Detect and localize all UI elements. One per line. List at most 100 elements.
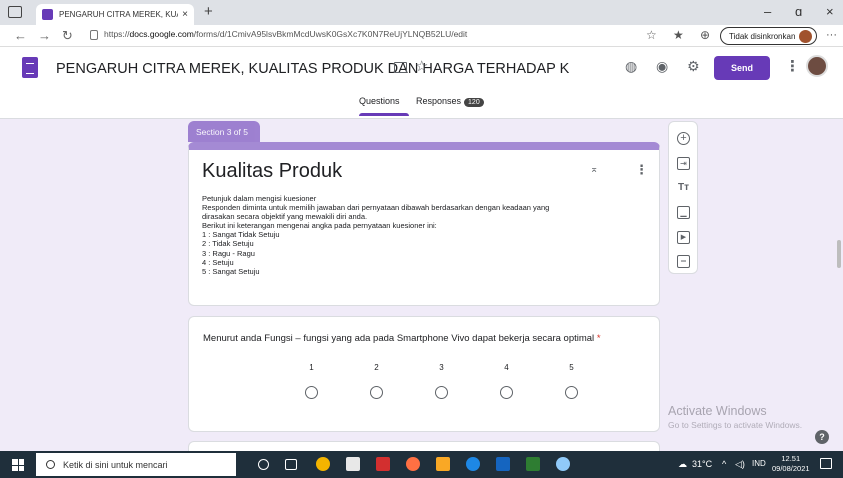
- description-line: Petunjuk dalam mengisi kuesioner: [202, 194, 317, 203]
- move-to-folder-icon[interactable]: [394, 62, 407, 73]
- back-icon[interactable]: ←: [14, 28, 27, 43]
- form-title[interactable]: PENGARUH CITRA MEREK, KUALITAS PRODUK DA…: [56, 61, 569, 77]
- app-icon[interactable]: [556, 457, 570, 471]
- description-line: 3 : Ragu - Ragu: [202, 248, 255, 258]
- page-scrollbar[interactable]: [837, 240, 841, 268]
- send-button[interactable]: Send: [714, 56, 770, 80]
- weather-cloud-icon[interactable]: ☁: [678, 459, 687, 470]
- store-icon[interactable]: [346, 457, 360, 471]
- radio-button[interactable]: [435, 386, 448, 399]
- scale-number: 2: [374, 363, 379, 372]
- minimize-button[interactable]: –: [764, 4, 771, 19]
- palette-icon[interactable]: ◍: [625, 58, 637, 75]
- description-line: Berikut ini keterangan mengenai angka pa…: [202, 221, 437, 231]
- scale-option[interactable]: 5: [539, 363, 604, 399]
- question-label: Menurut anda Fungsi – fungsi yang ada pa…: [203, 333, 595, 344]
- scale-option[interactable]: 3: [409, 363, 474, 399]
- more-options-icon[interactable]: ⋮: [785, 57, 800, 75]
- activate-windows-title: Activate Windows: [668, 404, 767, 418]
- close-window-button[interactable]: ×: [826, 4, 834, 19]
- forms-logo-icon[interactable]: [22, 57, 38, 78]
- radio-button[interactable]: [305, 386, 318, 399]
- sync-label: Tidak disinkronkan: [729, 31, 796, 41]
- description-line: 2 : Tidak Setuju: [202, 239, 254, 249]
- active-tab-indicator: [359, 113, 409, 116]
- browser-menu-icon[interactable]: ···: [826, 29, 837, 41]
- restore-button[interactable]: ɑ: [795, 4, 802, 19]
- notifications-icon[interactable]: [820, 458, 832, 469]
- description-line: Responden diminta untuk memilih jawaban …: [202, 203, 550, 213]
- add-video-icon[interactable]: ▶: [677, 231, 690, 244]
- task-view-icon[interactable]: [285, 459, 297, 470]
- show-hidden-icons-icon[interactable]: ^: [722, 459, 726, 469]
- description-line: 4 : Setuju: [202, 257, 234, 267]
- section-title[interactable]: Kualitas Produk: [202, 160, 342, 183]
- add-section-icon[interactable]: ═: [677, 255, 690, 268]
- scale-number: 3: [439, 363, 444, 372]
- clock-time: 12.51: [781, 454, 801, 463]
- import-questions-icon[interactable]: ⇥: [677, 157, 690, 170]
- preview-eye-icon[interactable]: ◉: [656, 58, 668, 75]
- description-line: 5 : Sangat Setuju: [202, 266, 260, 276]
- add-image-icon[interactable]: ▁: [677, 206, 690, 219]
- section-description[interactable]: Petunjuk dalam mengisi kuesioner Respond…: [202, 194, 642, 276]
- responses-count-badge: 120: [464, 98, 484, 107]
- excel-icon[interactable]: [526, 457, 540, 471]
- required-asterisk: *: [596, 333, 601, 344]
- radio-button[interactable]: [565, 386, 578, 399]
- sync-status-button[interactable]: Tidak disinkronkan: [720, 27, 818, 45]
- settings-gear-icon[interactable]: ⚙: [687, 58, 700, 75]
- help-icon[interactable]: ?: [815, 430, 829, 444]
- add-question-icon[interactable]: +: [677, 132, 690, 145]
- scale-option[interactable]: 4: [474, 363, 539, 399]
- radio-button[interactable]: [370, 386, 383, 399]
- section-header-card[interactable]: Kualitas Produk ⌅ ⋮ Petunjuk dalam mengi…: [188, 142, 660, 306]
- new-tab-button[interactable]: +: [204, 3, 213, 20]
- scale-option[interactable]: 1: [279, 363, 344, 399]
- edge-icon[interactable]: [466, 457, 480, 471]
- description-line: dirasakan secara objektif yang mewakili …: [202, 212, 368, 222]
- scale-number: 4: [504, 363, 509, 372]
- search-placeholder: Ketik di sini untuk mencari: [63, 459, 168, 470]
- collections-icon[interactable]: ⊕: [700, 28, 710, 42]
- tab-responses-label: Responses: [416, 96, 462, 106]
- pdf-reader-icon[interactable]: [376, 457, 390, 471]
- volume-icon[interactable]: ◁): [735, 459, 745, 470]
- firefox-icon[interactable]: [406, 457, 420, 471]
- search-icon: [46, 460, 55, 469]
- linear-scale: 1 2 3 4 5: [279, 363, 604, 399]
- url-field[interactable]: https://docs.google.com/forms/d/1CmivA95…: [104, 29, 467, 39]
- browser-tab-bar: PENGARUH CITRA MEREK, KUAL × + – ɑ ×: [0, 0, 843, 25]
- tab-close-button[interactable]: ×: [182, 9, 188, 20]
- scale-option[interactable]: 2: [344, 363, 409, 399]
- forms-header: PENGARUH CITRA MEREK, KUALITAS PRODUK DA…: [0, 47, 843, 119]
- add-favorite-icon[interactable]: ☆: [646, 28, 657, 42]
- input-language[interactable]: IND: [752, 459, 766, 468]
- reload-icon[interactable]: ↻: [62, 28, 73, 44]
- tab-responses[interactable]: Responses 120: [416, 96, 484, 107]
- collapse-section-icon[interactable]: ⌅: [590, 164, 598, 175]
- windows-start-icon[interactable]: [12, 459, 24, 471]
- section-more-icon[interactable]: ⋮: [635, 162, 648, 178]
- add-title-icon[interactable]: Tт: [677, 181, 690, 194]
- favorites-icon[interactable]: ★: [673, 28, 684, 42]
- description-line: 1 : Sangat Tidak Setuju: [202, 230, 280, 240]
- cortana-icon[interactable]: [258, 459, 269, 470]
- chrome-icon[interactable]: [316, 457, 330, 471]
- browser-tab[interactable]: PENGARUH CITRA MEREK, KUAL ×: [36, 4, 194, 25]
- temperature[interactable]: 31°C: [692, 459, 712, 469]
- tab-title: PENGARUH CITRA MEREK, KUAL: [59, 10, 179, 19]
- file-explorer-icon[interactable]: [436, 457, 450, 471]
- lock-icon[interactable]: [90, 30, 98, 40]
- radio-button[interactable]: [500, 386, 513, 399]
- question-card[interactable]: Menurut anda Fungsi – fungsi yang ada pa…: [188, 316, 660, 432]
- word-icon[interactable]: [496, 457, 510, 471]
- tab-questions[interactable]: Questions: [359, 96, 400, 106]
- system-clock[interactable]: 12.51 09/08/2021: [772, 454, 810, 474]
- tab-actions-icon[interactable]: [8, 6, 22, 18]
- forward-icon[interactable]: →: [38, 28, 51, 43]
- taskbar-search-box[interactable]: Ketik di sini untuk mencari: [36, 453, 236, 476]
- account-avatar[interactable]: [806, 55, 828, 77]
- clock-date: 09/08/2021: [772, 464, 810, 473]
- star-icon[interactable]: ☆: [415, 57, 428, 75]
